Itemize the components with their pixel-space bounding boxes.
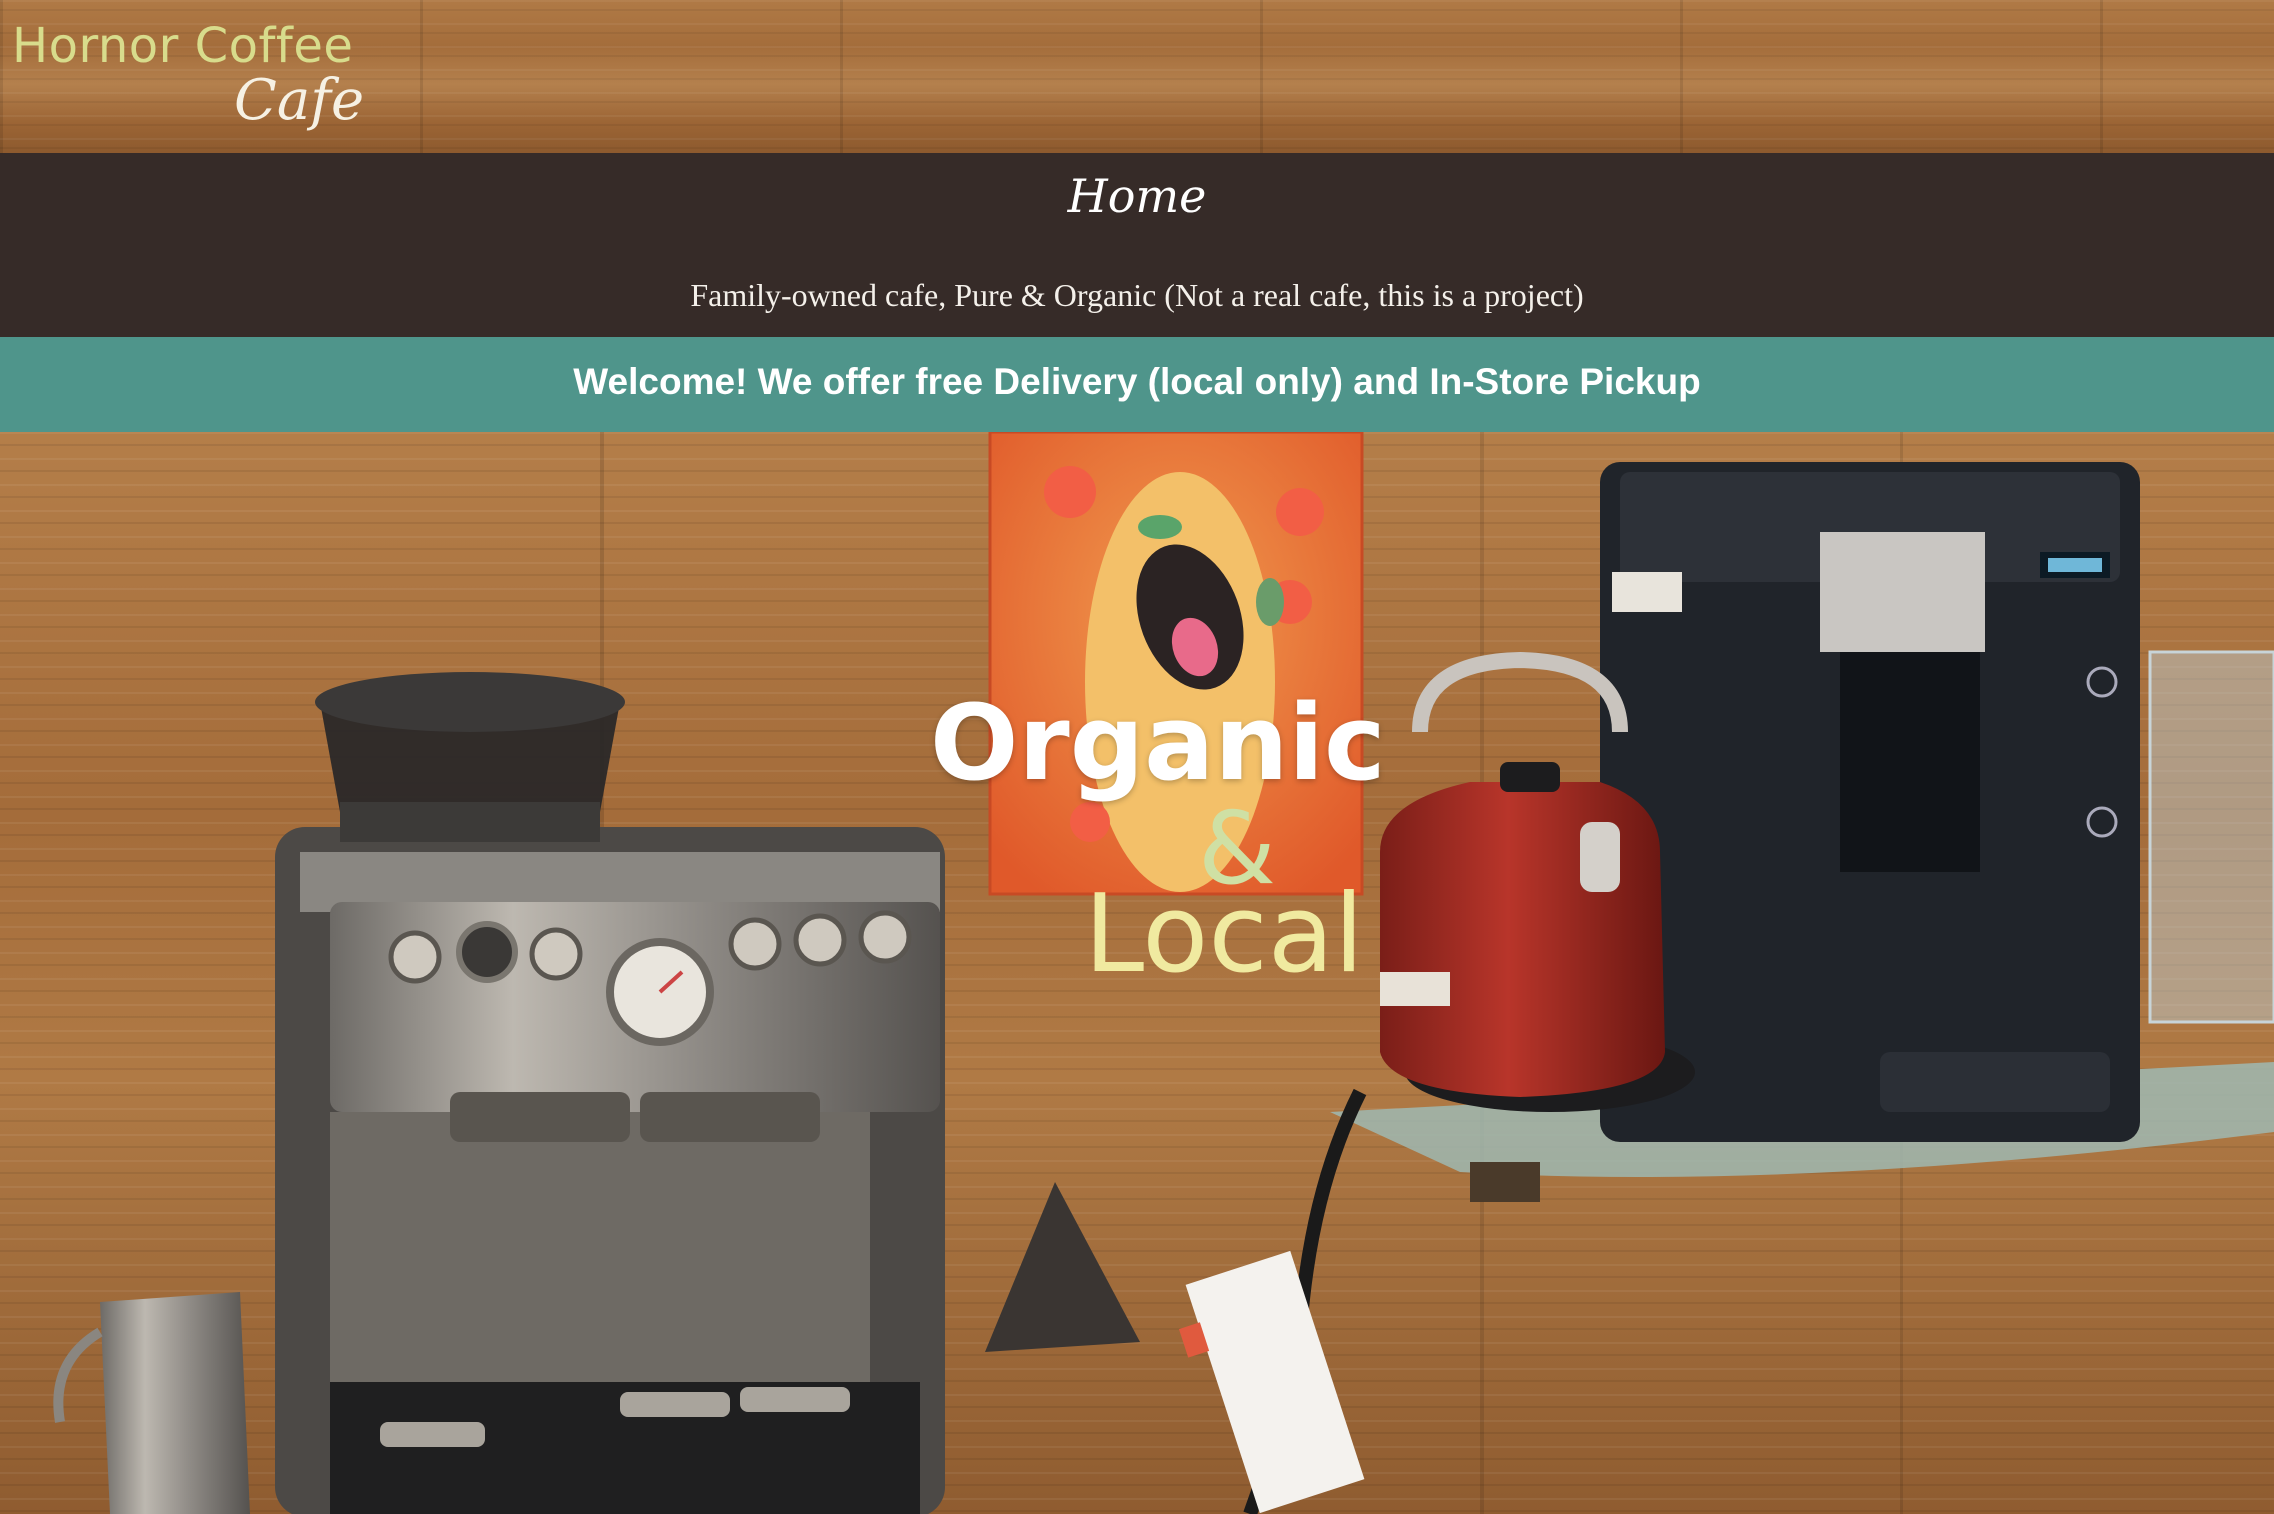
site-logo[interactable]: Hornor Coffee Cafe bbox=[12, 18, 372, 148]
site-tagline: Family-owned cafe, Pure & Organic (Not a… bbox=[690, 277, 1584, 313]
hero-headline-organic: Organic bbox=[930, 682, 1386, 804]
nav-home-link[interactable]: Home bbox=[0, 169, 2274, 223]
site-header: Hornor Coffee Cafe bbox=[0, 0, 2274, 153]
welcome-banner-text: Welcome! We offer free Delivery (local o… bbox=[573, 361, 1701, 402]
hero-section: Organic & Local bbox=[0, 432, 2274, 1514]
nav-bar: Home Family-owned cafe, Pure & Organic (… bbox=[0, 153, 2274, 337]
logo-subtitle: Cafe bbox=[234, 68, 365, 133]
hero-headline-local: Local bbox=[1084, 872, 1364, 997]
page: Hornor Coffee Cafe Home Family-owned caf… bbox=[0, 0, 2274, 1514]
logo-title: Hornor Coffee bbox=[12, 18, 354, 74]
welcome-banner: Welcome! We offer free Delivery (local o… bbox=[0, 337, 2274, 432]
